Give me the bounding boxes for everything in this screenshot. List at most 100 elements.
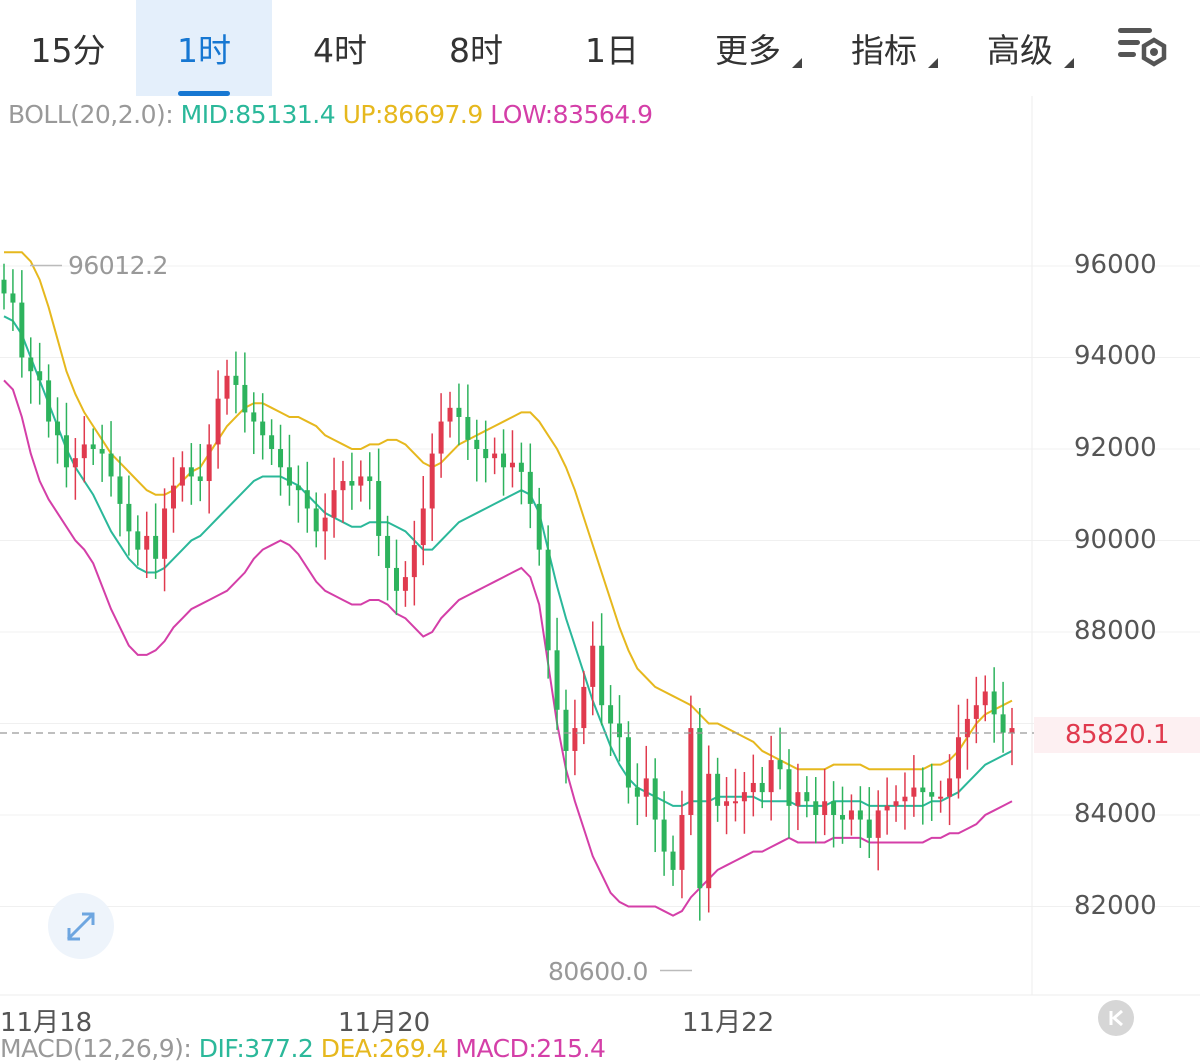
candle-body bbox=[697, 728, 703, 889]
candle-body bbox=[19, 302, 25, 358]
price-axis-label: 84000 bbox=[1074, 799, 1157, 829]
candle-body bbox=[501, 453, 507, 468]
candle-body bbox=[1009, 728, 1015, 733]
candle-body bbox=[902, 796, 908, 802]
price-axis-label: 96000 bbox=[1074, 250, 1157, 280]
candle-body bbox=[1000, 714, 1006, 733]
macd-dif-value: DIF:377.2 bbox=[198, 1034, 314, 1063]
candle-body bbox=[938, 796, 944, 799]
candle-body bbox=[393, 567, 399, 591]
fullscreen-button[interactable] bbox=[48, 893, 114, 959]
candle-body bbox=[10, 293, 16, 303]
candle-body bbox=[563, 709, 569, 751]
candle-body bbox=[349, 481, 355, 486]
candle-body bbox=[804, 792, 810, 802]
macd-dea-value: DEA:269.4 bbox=[320, 1034, 449, 1063]
candle-body bbox=[179, 467, 185, 486]
candle-body bbox=[973, 705, 979, 719]
price-axis-label: 92000 bbox=[1074, 433, 1157, 463]
candle-body bbox=[474, 439, 480, 449]
candle-body bbox=[795, 792, 801, 806]
candle-body bbox=[313, 508, 319, 532]
candle-body bbox=[831, 801, 837, 815]
candle-body bbox=[991, 691, 997, 715]
candle-body bbox=[144, 535, 150, 550]
macd-macd-value: MACD:215.4 bbox=[455, 1034, 606, 1063]
candle-body bbox=[162, 508, 168, 559]
candle-body bbox=[920, 787, 926, 793]
x-axis-label-3: 11月22 bbox=[682, 1008, 775, 1038]
candle-body bbox=[857, 810, 863, 820]
candle-body bbox=[679, 815, 685, 870]
candle-body bbox=[492, 453, 498, 459]
candle-body bbox=[884, 805, 890, 811]
candle-body bbox=[456, 407, 462, 417]
low-price-annotation: 80600.0 bbox=[548, 957, 648, 986]
candle-body bbox=[331, 490, 337, 518]
candle-body bbox=[385, 535, 391, 568]
candle-body bbox=[581, 686, 587, 729]
price-axis-label: 88000 bbox=[1074, 616, 1157, 646]
scroll-to-latest-button[interactable] bbox=[1098, 1000, 1134, 1036]
candle-body bbox=[652, 778, 658, 820]
candle-body bbox=[269, 435, 275, 449]
candle-body bbox=[90, 444, 96, 449]
candle-body bbox=[260, 421, 266, 436]
candle-body bbox=[688, 728, 694, 815]
candle-body bbox=[170, 485, 176, 509]
candle-body bbox=[322, 517, 328, 532]
candle-body bbox=[840, 815, 846, 820]
candle-body bbox=[438, 421, 444, 454]
candle-body bbox=[376, 481, 382, 536]
candle-body bbox=[813, 801, 819, 815]
candle-body bbox=[206, 444, 212, 482]
candle-body bbox=[72, 458, 78, 468]
candle-body bbox=[661, 819, 667, 852]
candle-body bbox=[554, 650, 560, 710]
expand-icon bbox=[66, 912, 95, 941]
candle-body bbox=[732, 801, 738, 804]
candle-body bbox=[518, 462, 524, 472]
candle-body bbox=[822, 801, 828, 815]
candle-body bbox=[590, 645, 596, 687]
candle-body bbox=[126, 503, 132, 532]
candle-body bbox=[242, 384, 248, 413]
candle-body bbox=[402, 577, 408, 591]
candle-body bbox=[233, 375, 239, 385]
candle-body bbox=[715, 773, 721, 806]
candle-body bbox=[625, 737, 631, 788]
candle-body bbox=[55, 421, 61, 436]
candle-body bbox=[670, 851, 676, 870]
candle-body bbox=[634, 787, 640, 797]
candle-body bbox=[643, 778, 649, 797]
candle-body bbox=[509, 462, 515, 468]
candle-body bbox=[750, 782, 756, 793]
candle-body bbox=[278, 449, 284, 468]
candlestick-chart[interactable] bbox=[0, 0, 1200, 1055]
candle-body bbox=[982, 691, 988, 706]
candle-body bbox=[777, 760, 783, 770]
candle-body bbox=[545, 549, 551, 651]
candle-body bbox=[955, 737, 961, 779]
candle-body bbox=[63, 435, 69, 468]
candle-body bbox=[188, 467, 194, 477]
candle-body bbox=[724, 801, 730, 806]
candle-body bbox=[197, 476, 203, 482]
candle-body bbox=[768, 760, 774, 793]
candle-body bbox=[429, 453, 435, 509]
candle-body bbox=[367, 476, 373, 482]
candle-body bbox=[465, 416, 471, 440]
candle-body bbox=[786, 769, 792, 806]
candle-body bbox=[215, 398, 221, 445]
candle-body bbox=[706, 773, 712, 889]
candle-body bbox=[420, 508, 426, 546]
price-axis-label: 94000 bbox=[1074, 341, 1157, 371]
candle-body bbox=[340, 481, 346, 491]
candle-body bbox=[251, 412, 257, 422]
high-price-annotation: 96012.2 bbox=[68, 251, 168, 280]
candle-body bbox=[875, 810, 881, 838]
candle-body bbox=[46, 380, 52, 422]
candle-body bbox=[304, 490, 310, 509]
candle-body bbox=[608, 705, 614, 724]
price-axis-label: 82000 bbox=[1074, 891, 1157, 921]
